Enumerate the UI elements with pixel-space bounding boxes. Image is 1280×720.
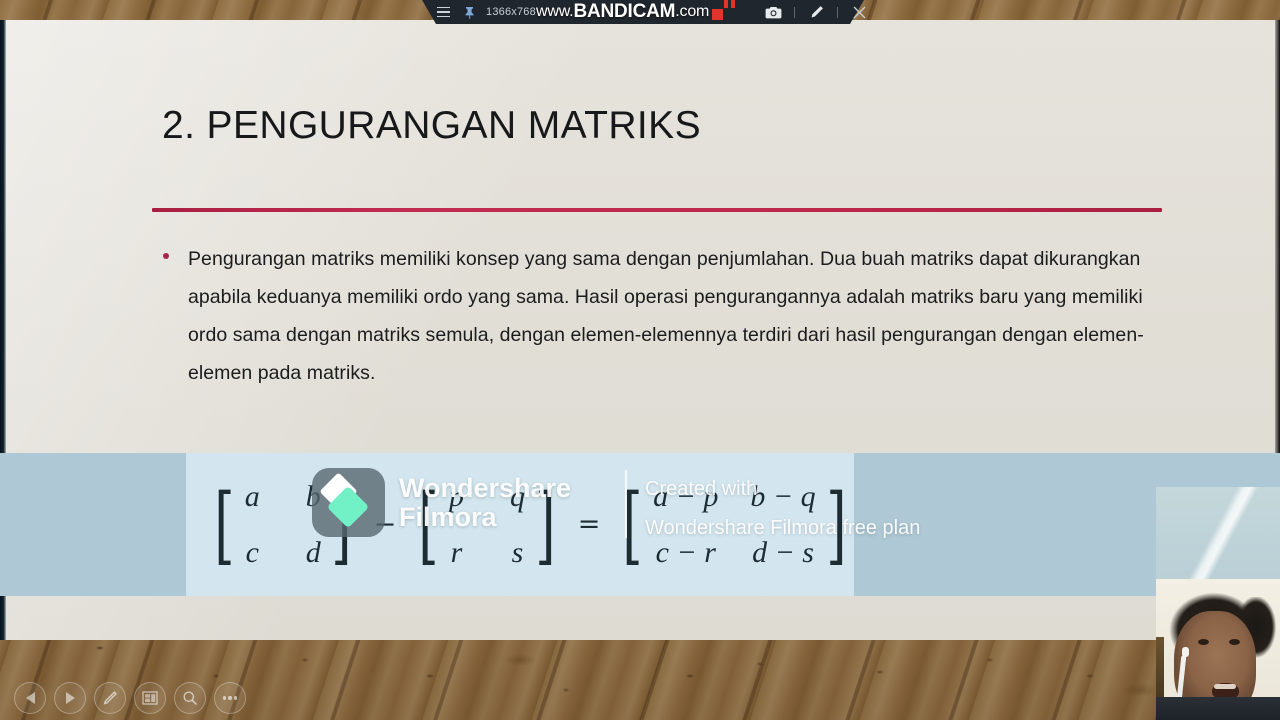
watermark-divider (625, 470, 627, 538)
matrix-a-r1c1: a (244, 479, 260, 513)
slide-body-block: Pengurangan matriks memiliki konsep yang… (162, 240, 1152, 392)
matrix-a: [ a b c d ] (214, 475, 352, 574)
matrix-a-grid: a b c d (241, 480, 325, 570)
ellipsis-icon (222, 696, 238, 700)
presenter-webcam[interactable] (1156, 487, 1280, 720)
matrix-b-r1c1: p (448, 479, 464, 513)
grid-slides-icon (142, 691, 158, 705)
matrix-result-r1c1: a − p (653, 479, 719, 513)
equation-container: [ a b c d ] − [ p q r s] = [a − p b − … (186, 453, 854, 596)
matrix-a-r1c2: b (305, 479, 321, 513)
bandicam-watermark: www. BANDICAM .com (536, 0, 816, 23)
presenter-teeth (1214, 684, 1236, 689)
matrix-result-r1c2: b − q (750, 479, 816, 513)
close-icon[interactable] (846, 0, 872, 24)
previous-slide-button[interactable] (14, 682, 46, 714)
slideshow-toolbar (14, 682, 246, 714)
matrix-result: [ a − p b − q c − r d − s ] (622, 475, 847, 574)
triangle-right-icon (65, 692, 75, 704)
bullet-point-icon (163, 253, 169, 259)
zoom-button[interactable] (174, 682, 206, 714)
pen-icon (103, 691, 118, 705)
title-divider-rule (152, 208, 1162, 212)
all-slides-button[interactable] (134, 682, 166, 714)
minus-operator: − (373, 509, 397, 540)
pen-tool-button[interactable] (94, 682, 126, 714)
bullet-list-item: Pengurangan matriks memiliki konsep yang… (162, 240, 1152, 392)
slide-body-text: Pengurangan matriks memiliki konsep yang… (188, 248, 1144, 384)
bandicam-watermark-tick-1 (724, 0, 728, 8)
screen-recording-frame: 2. PENGURANGAN MATRIKS Pengurangan matri… (0, 0, 1280, 720)
pin-icon[interactable] (456, 0, 482, 24)
presentation-slide[interactable]: 2. PENGURANGAN MATRIKS Pengurangan matri… (0, 20, 1280, 640)
bandicam-watermark-tick-2 (731, 0, 735, 8)
bandicam-watermark-suffix: .com (675, 3, 710, 20)
magnifier-icon (183, 691, 197, 705)
bandicam-watermark-mark (712, 8, 724, 20)
presenter-shirt (1156, 697, 1280, 720)
matrix-result-r2c2: d − s (752, 535, 814, 569)
more-options-button[interactable] (214, 682, 246, 714)
next-slide-button[interactable] (54, 682, 86, 714)
matrix-a-r2c2: d (305, 535, 321, 569)
matrix-result-grid: a − p b − q c − r d − s (649, 480, 820, 570)
matrix-b-grid: p q r s (445, 480, 529, 570)
capture-resolution-label: 1366x768 (486, 6, 536, 18)
triangle-left-icon (25, 692, 35, 704)
bandicam-watermark-prefix: www. (536, 3, 574, 20)
slide-title: 2. PENGURANGAN MATRIKS (162, 104, 701, 147)
hamburger-icon[interactable] (430, 0, 456, 24)
matrix-result-r2c1: c − r (655, 535, 716, 569)
presenter-eye-right (1229, 639, 1240, 645)
equals-operator: = (577, 509, 601, 540)
toolbar-separator (837, 6, 838, 18)
matrix-b: [ p q r s ] (418, 475, 556, 574)
matrix-a-r2c1: c (245, 535, 259, 569)
presenter-eye-left (1198, 639, 1209, 645)
matrix-b-r1c2: q (509, 479, 525, 513)
matrix-subtraction-equation: [ a b c d ] − [ p q r s] = [a − p b − … (208, 480, 852, 570)
matrix-b-r2c1: r (450, 535, 463, 569)
bandicam-watermark-brand: BANDICAM (573, 1, 676, 22)
matrix-b-r2c2: s (511, 535, 524, 569)
